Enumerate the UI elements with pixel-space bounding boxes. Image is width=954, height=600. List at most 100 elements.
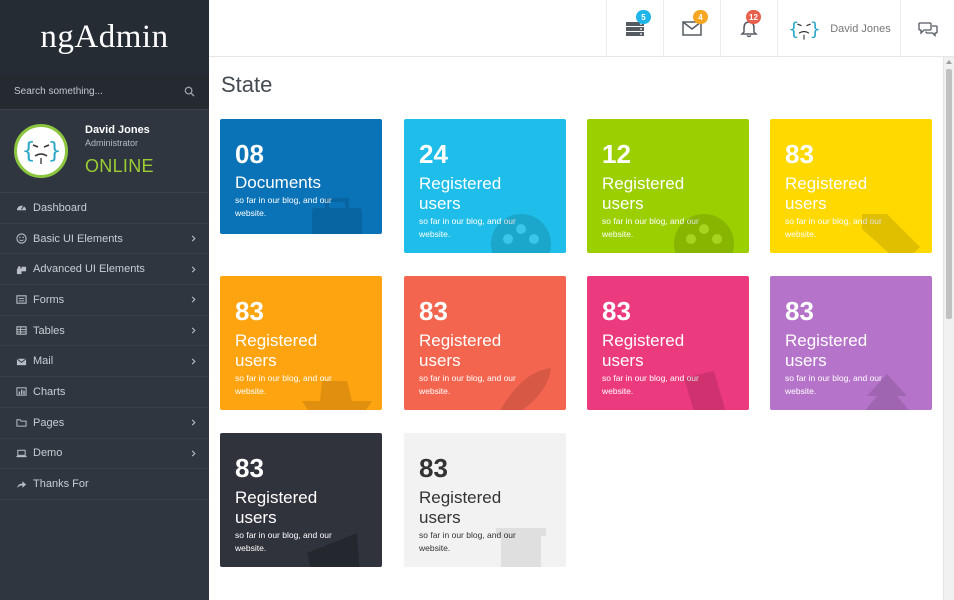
sidebar-item-demo[interactable]: Demo xyxy=(0,439,209,470)
sidebar-item-label: Pages xyxy=(33,416,65,429)
tile-number: 83 xyxy=(235,296,264,326)
tile-title: Registered users xyxy=(785,174,868,213)
tile-number: 12 xyxy=(602,139,631,169)
tile-number: 83 xyxy=(602,296,631,326)
cap-icon xyxy=(307,533,360,567)
sidebar-item-advanced-ui[interactable]: Advanced UI Elements xyxy=(0,254,209,286)
tile-number: 83 xyxy=(785,139,814,169)
stat-tile-registered-users-2[interactable]: 12 Registered users so far in our blog, … xyxy=(587,119,749,253)
tile-number: 83 xyxy=(419,296,448,326)
sidebar-item-label: Thanks For xyxy=(33,478,89,491)
film-reel-icon xyxy=(491,214,551,253)
chevron-right-icon xyxy=(191,327,196,334)
tile-number: 08 xyxy=(235,139,264,169)
svg-text:}: } xyxy=(48,139,61,164)
top-navbar: 5 4 12 { } David Jones xyxy=(209,0,954,57)
scrollbar-thumb[interactable] xyxy=(946,69,952,319)
avatar[interactable]: { } xyxy=(14,124,68,178)
sidebar-item-label: Tables xyxy=(33,324,65,337)
puzzle-icon xyxy=(15,263,27,275)
stat-tile-registered-users-6[interactable]: 83 Registered users so far in our blog, … xyxy=(587,276,749,410)
messages-badge: 4 xyxy=(693,10,708,24)
tile-title: Registered users xyxy=(235,488,318,527)
stat-tile-registered-users-8[interactable]: 83 Registered users so far in our blog, … xyxy=(220,433,382,567)
ship-icon xyxy=(302,381,372,410)
avatar-face-icon: { } xyxy=(22,139,61,164)
profile-role: Administrator xyxy=(85,138,139,148)
mail-icon xyxy=(15,355,27,367)
tasks-button[interactable]: 5 xyxy=(606,0,663,57)
tile-title: Registered users xyxy=(235,331,318,370)
tile-number: 83 xyxy=(235,453,264,483)
messages-button[interactable]: 4 xyxy=(663,0,720,57)
sidebar-item-label: Forms xyxy=(33,293,65,306)
profile-status: ONLINE xyxy=(85,156,154,176)
svg-text:{: { xyxy=(22,139,35,164)
chevron-right-icon xyxy=(191,266,196,273)
user-menu[interactable]: { } David Jones xyxy=(777,0,900,57)
tile-number: 24 xyxy=(419,139,448,169)
profile-name: David Jones xyxy=(85,124,150,136)
tile-title: Registered users xyxy=(419,174,502,213)
rocket-icon xyxy=(500,368,551,410)
search-icon[interactable] xyxy=(184,86,195,97)
sidebar-item-label: Advanced UI Elements xyxy=(33,263,145,276)
sidebar-item-label: Demo xyxy=(33,447,63,460)
sidebar-item-label: Basic UI Elements xyxy=(33,232,123,245)
tile-number: 83 xyxy=(419,453,448,483)
stat-tile-registered-users-7[interactable]: 83 Registered users so far in our blog, … xyxy=(770,276,932,410)
sidebar-item-label: Charts xyxy=(33,385,66,398)
user-avatar-icon: { } xyxy=(789,18,821,39)
svg-text:{: { xyxy=(789,18,800,39)
search-input[interactable] xyxy=(14,86,184,97)
tile-title: Registered users xyxy=(419,488,502,527)
share-icon xyxy=(15,478,27,490)
sidebar-item-thanks-for[interactable]: Thanks For xyxy=(0,469,209,500)
laptop-icon xyxy=(15,447,27,459)
sidebar-item-tables[interactable]: Tables xyxy=(0,316,209,347)
notifications-badge: 12 xyxy=(746,10,761,24)
briefcase-icon xyxy=(312,198,362,234)
mug-icon xyxy=(496,528,546,567)
sidebar-item-label: Mail xyxy=(33,355,54,368)
scroll-up-arrow-icon[interactable] xyxy=(946,60,952,64)
smile-icon xyxy=(15,233,27,245)
page-title: State xyxy=(221,72,273,97)
folder-icon xyxy=(15,417,27,429)
scrollbar[interactable] xyxy=(943,57,954,600)
tile-title: Registered users xyxy=(785,331,868,370)
tile-title: Registered users xyxy=(419,331,502,370)
chevron-right-icon xyxy=(191,419,196,426)
brand-logo-text[interactable]: ngAdmin xyxy=(40,19,168,56)
brand[interactable]: ngAdmin xyxy=(0,0,209,74)
sidebar-item-dashboard[interactable]: Dashboard xyxy=(0,193,209,224)
stat-tile-registered-users-1[interactable]: 24 Registered users so far in our blog, … xyxy=(404,119,566,253)
notifications-button[interactable]: 12 xyxy=(720,0,777,57)
sidebar-item-mail[interactable]: Mail xyxy=(0,346,209,378)
stat-tile-registered-users-9[interactable]: 83 Registered users so far in our blog, … xyxy=(404,433,566,567)
tile-title: Registered users xyxy=(602,174,685,213)
stat-tile-registered-users-4[interactable]: 83 Registered users so far in our blog, … xyxy=(220,276,382,410)
chevron-right-icon xyxy=(191,358,196,365)
chevron-right-icon xyxy=(191,296,196,303)
tree-icon xyxy=(865,374,909,410)
book-icon xyxy=(684,371,726,410)
sidebar-item-pages[interactable]: Pages xyxy=(0,408,209,439)
stat-tile-documents[interactable]: 08 Documents so far in our blog, and our… xyxy=(220,119,382,234)
sidebar-item-basic-ui[interactable]: Basic UI Elements xyxy=(0,224,209,255)
svg-text:}: } xyxy=(810,18,821,39)
sidebar-item-label: Dashboard xyxy=(33,201,87,214)
search-bar xyxy=(0,74,209,110)
stat-tile-registered-users-3[interactable]: 83 Registered users so far in our blog, … xyxy=(770,119,932,253)
chevron-right-icon xyxy=(191,450,196,457)
chat-button[interactable] xyxy=(900,0,954,57)
dashboard-icon xyxy=(15,202,27,214)
sidebar-item-forms[interactable]: Forms xyxy=(0,285,209,316)
tag-icon xyxy=(862,214,920,253)
film-reel-icon xyxy=(674,214,734,253)
list-icon xyxy=(15,294,27,306)
stat-tile-registered-users-5[interactable]: 83 Registered users so far in our blog, … xyxy=(404,276,566,410)
user-profile: { } David Jones Administrator ONLINE xyxy=(0,110,209,193)
sidebar-item-charts[interactable]: Charts xyxy=(0,377,209,408)
tile-number: 83 xyxy=(785,296,814,326)
